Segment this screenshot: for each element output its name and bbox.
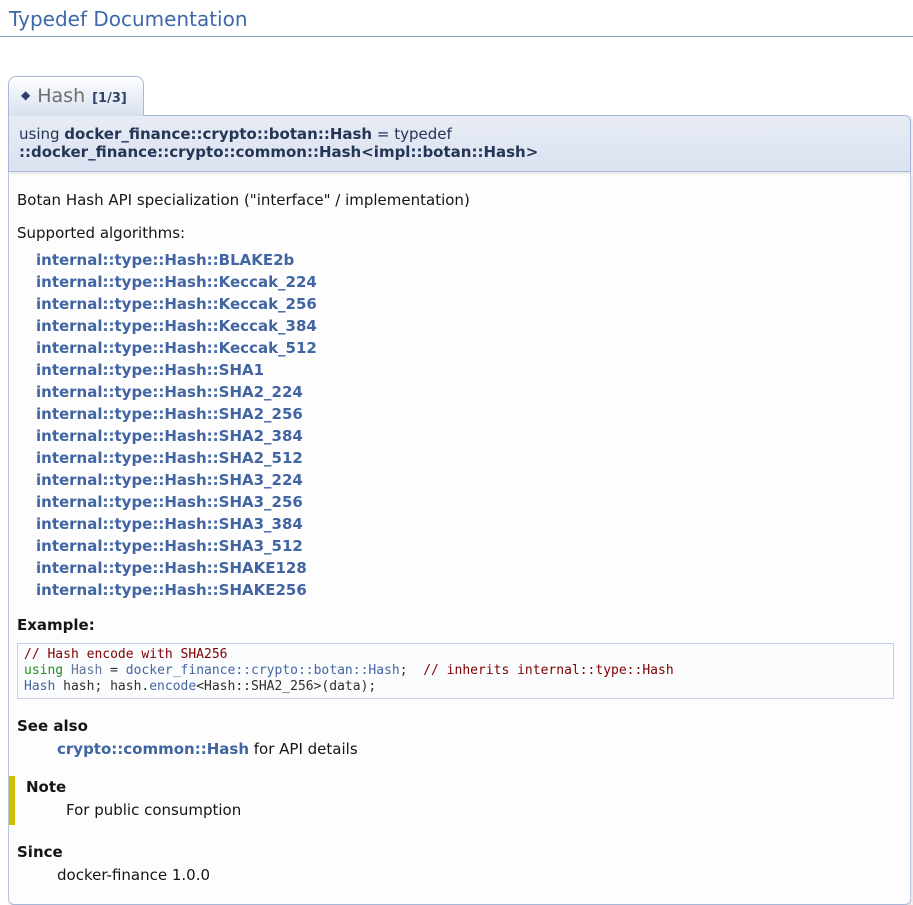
- page-title: Typedef Documentation: [0, 0, 913, 37]
- algorithm-link[interactable]: internal::type::Hash::SHAKE256: [36, 579, 902, 601]
- member-name: Hash: [37, 85, 85, 107]
- member-item: ◆Hash[1/3] using docker_finance::crypto:…: [8, 75, 911, 905]
- code-comment: // Hash encode with SHA256: [24, 647, 228, 662]
- code-line: // Hash encode with SHA256: [24, 647, 887, 663]
- algorithm-link[interactable]: internal::type::Hash::BLAKE2b: [36, 249, 902, 271]
- algorithm-link[interactable]: internal::type::Hash::SHA2_512: [36, 447, 902, 469]
- see-also-label: See also: [17, 717, 902, 735]
- code-comment: // inherits internal::type::Hash: [423, 663, 673, 678]
- declaration-connector: = typedef: [372, 125, 456, 143]
- code-type: Hash: [71, 663, 102, 678]
- see-also-link[interactable]: crypto::common::Hash: [57, 740, 249, 758]
- member-documentation: Botan Hash API specialization ("interfac…: [8, 172, 911, 905]
- algorithm-list: internal::type::Hash::BLAKE2b internal::…: [36, 249, 902, 601]
- since-section: Since docker-finance 1.0.0: [17, 843, 902, 884]
- declaration-type: ::docker_finance::crypto::common::Hash<i…: [19, 143, 538, 161]
- member-declaration: using docker_finance::crypto::botan::Has…: [8, 115, 911, 172]
- algorithm-link[interactable]: internal::type::Hash::Keccak_256: [36, 293, 902, 315]
- member-description: Botan Hash API specialization ("interfac…: [17, 191, 902, 209]
- algorithm-link[interactable]: internal::type::Hash::SHA2_224: [36, 381, 902, 403]
- code-link[interactable]: Hash: [24, 679, 55, 694]
- note-section: Note For public consumption: [9, 776, 902, 825]
- algorithms-label: Supported algorithms:: [17, 224, 902, 242]
- see-also-section: See also crypto::common::Hash for API de…: [17, 717, 902, 758]
- member-tab: ◆ Hash [1/3]: [8, 76, 144, 116]
- declaration-name: docker_finance::crypto::botan::Hash: [64, 125, 372, 143]
- code-keyword: using: [24, 663, 63, 678]
- since-text: docker-finance 1.0.0: [57, 866, 902, 884]
- declaration-prefix: using: [19, 125, 64, 143]
- code-fragment: // Hash encode with SHA256 using Hash = …: [17, 643, 894, 699]
- note-text: For public consumption: [66, 801, 902, 819]
- code-link[interactable]: encode: [149, 679, 196, 694]
- since-label: Since: [17, 843, 902, 861]
- example-label: Example:: [17, 616, 902, 634]
- note-label: Note: [26, 778, 902, 796]
- algorithm-link[interactable]: internal::type::Hash::Keccak_384: [36, 315, 902, 337]
- algorithm-link[interactable]: internal::type::Hash::SHA3_256: [36, 491, 902, 513]
- see-also-text: for API details: [249, 740, 358, 758]
- algorithm-link[interactable]: internal::type::Hash::SHA2_384: [36, 425, 902, 447]
- algorithm-link[interactable]: internal::type::Hash::Keccak_224: [36, 271, 902, 293]
- code-link[interactable]: docker_finance::crypto::botan::Hash: [126, 663, 400, 678]
- permalink-diamond-icon[interactable]: ◆: [21, 88, 30, 102]
- algorithm-link[interactable]: internal::type::Hash::SHA3_384: [36, 513, 902, 535]
- member-overload-index: [1/3]: [92, 91, 127, 106]
- algorithm-link[interactable]: internal::type::Hash::SHA3_224: [36, 469, 902, 491]
- code-line: using Hash = docker_finance::crypto::bot…: [24, 663, 887, 679]
- code-line: Hash hash; hash.encode<Hash::SHA2_256>(d…: [24, 679, 887, 695]
- algorithm-link[interactable]: internal::type::Hash::SHA1: [36, 359, 902, 381]
- algorithm-link[interactable]: internal::type::Hash::SHAKE128: [36, 557, 902, 579]
- algorithm-link[interactable]: internal::type::Hash::Keccak_512: [36, 337, 902, 359]
- algorithm-link[interactable]: internal::type::Hash::SHA3_512: [36, 535, 902, 557]
- algorithm-link[interactable]: internal::type::Hash::SHA2_256: [36, 403, 902, 425]
